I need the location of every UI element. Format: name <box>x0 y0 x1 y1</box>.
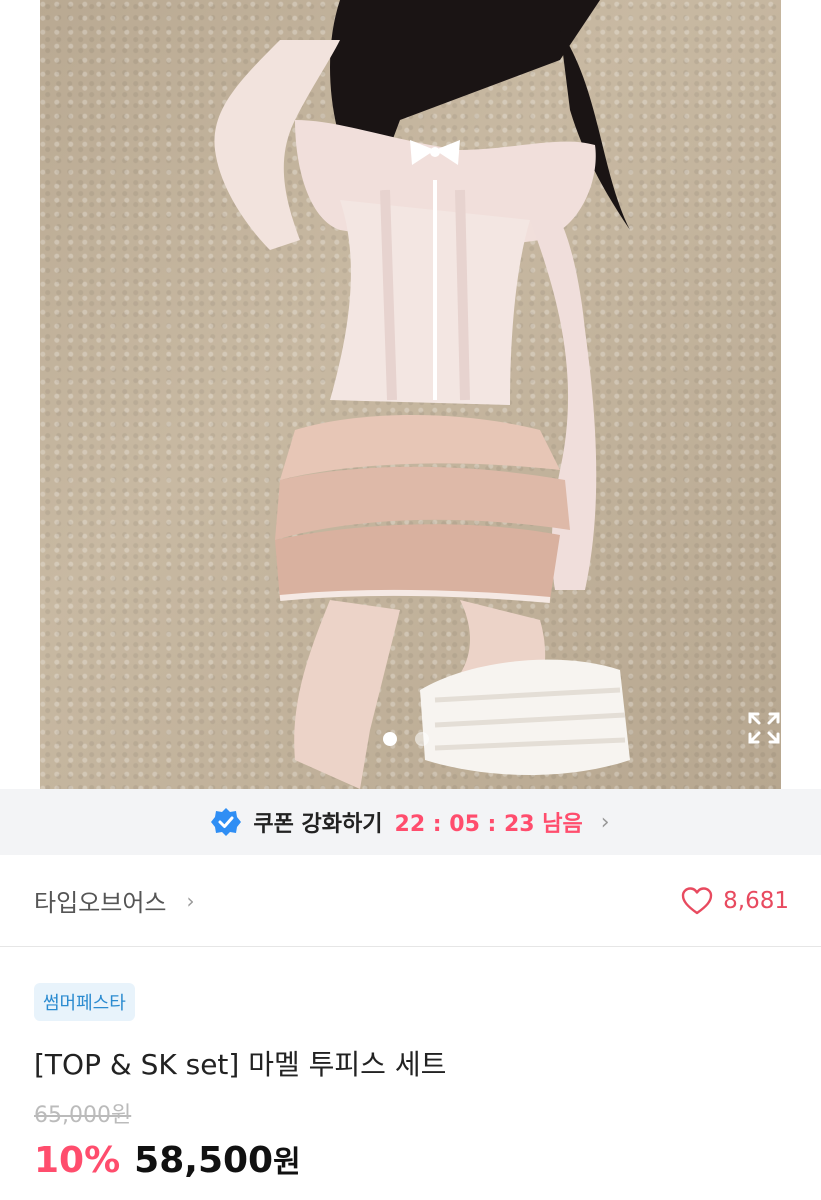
heart-icon <box>681 886 713 914</box>
like-count: 8,681 <box>723 887 789 914</box>
carousel-indicator <box>383 732 429 746</box>
sale-price: 58,500 <box>134 1140 274 1181</box>
product-photo <box>40 0 781 789</box>
chevron-right-icon: › <box>600 809 610 835</box>
expand-icon[interactable] <box>746 710 782 746</box>
brand-row: 타입오브어스 › 8,681 <box>0 855 821 947</box>
coupon-timer: 22 : 05 : 23 남음 <box>394 812 583 837</box>
discount-rate: 10% <box>34 1140 121 1181</box>
brand-link[interactable]: 타입오브어스 › <box>34 883 194 918</box>
verified-check-icon <box>211 808 242 836</box>
carousel-dot-active[interactable] <box>383 732 397 746</box>
brand-name: 타입오브어스 <box>34 889 167 917</box>
chevron-right-icon: › <box>186 888 195 913</box>
coupon-upgrade-banner[interactable]: 쿠폰 강화하기 22 : 05 : 23 남음 › <box>0 789 821 855</box>
carousel-dot[interactable] <box>415 732 429 746</box>
product-info: 썸머페스타 [TOP & SK set] 마멜 투피스 세트 65,000원 1… <box>0 947 821 1181</box>
product-image-carousel[interactable] <box>0 0 821 789</box>
coupon-label: 쿠폰 강화하기 <box>253 812 383 837</box>
like-button[interactable]: 8,681 <box>681 886 789 916</box>
price-row: 10% 58,500원 <box>34 1137 787 1181</box>
original-price: 65,000원 <box>34 1103 132 1128</box>
currency-unit: 원 <box>273 1145 301 1180</box>
model-illustration <box>214 0 630 789</box>
event-badge: 썸머페스타 <box>34 983 135 1021</box>
product-title: [TOP & SK set] 마멜 투피스 세트 <box>34 1048 447 1081</box>
